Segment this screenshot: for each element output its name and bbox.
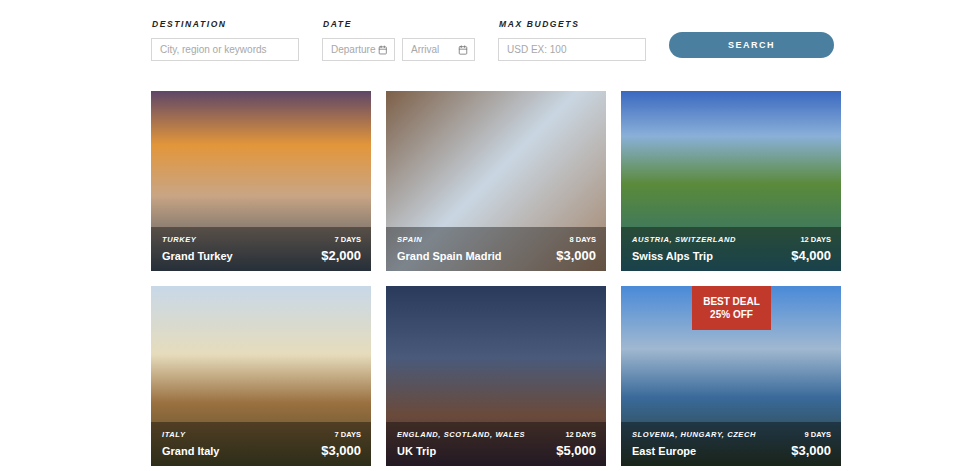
input-row: City, region or keywords [151, 38, 299, 61]
search-field: MAX BUDGETS USD EX: 100 [498, 18, 646, 61]
trip-caption: SLOVENIA, HUNGARY, CZECH 9 DAYS East Europ… [621, 422, 841, 466]
trip-grid: TURKEY 7 DAYS Grand Turkey $2,000 SPAIN 8 DAY… [151, 91, 841, 466]
caption-top-row: TURKEY 7 DAYS [162, 235, 361, 244]
page: DESTINATIONCity, region or keywordsDATED… [0, 0, 980, 471]
trip-title: Swiss Alps Trip [632, 250, 713, 262]
caption-bottom-row: Swiss Alps Trip $4,000 [632, 248, 831, 263]
trip-caption: ITALY 7 DAYS Grand Italy $3,000 [151, 422, 371, 466]
placeholder: Arrival [411, 44, 439, 55]
input-row: USD EX: 100 [498, 38, 646, 61]
input-row: Departure Arrival [322, 38, 475, 61]
placeholder: Departure [331, 44, 375, 55]
caption-top-row: SPAIN 8 DAYS [397, 235, 596, 244]
trip-price: $3,000 [556, 248, 596, 263]
trip-card[interactable]: SPAIN 8 DAYS Grand Spain Madrid $3,000 [386, 91, 606, 271]
placeholder: City, region or keywords [160, 44, 267, 55]
trip-country: SLOVENIA, HUNGARY, CZECH [632, 430, 756, 439]
field-label: DATE [322, 18, 475, 30]
trip-days: 7 DAYS [335, 430, 361, 439]
trip-price: $5,000 [556, 443, 596, 458]
text-input[interactable]: USD EX: 100 [498, 38, 646, 61]
trip-caption: AUSTRIA, SWITZERLAND 12 DAYS Swiss Alps Tr… [621, 227, 841, 271]
text-input[interactable]: City, region or keywords [151, 38, 299, 61]
trip-country: TURKEY [162, 235, 196, 244]
caption-bottom-row: Grand Turkey $2,000 [162, 248, 361, 263]
search-button[interactable]: SEARCH [669, 32, 834, 58]
placeholder: USD EX: 100 [507, 44, 566, 55]
trip-price: $3,000 [791, 443, 831, 458]
search-bar: DESTINATIONCity, region or keywordsDATED… [151, 18, 980, 61]
trip-card[interactable]: ITALY 7 DAYS Grand Italy $3,000 [151, 286, 371, 466]
search-field: DATE Departure Arrival [322, 18, 475, 61]
trip-card[interactable]: BEST DEAL25% OFF SLOVENIA, HUNGARY, CZECH… [621, 286, 841, 466]
trip-card[interactable]: AUSTRIA, SWITZERLAND 12 DAYS Swiss Alps Tr… [621, 91, 841, 271]
calendar-icon [378, 45, 388, 55]
calendar-icon [458, 45, 468, 55]
caption-top-row: ENGLAND, SCOTLAND, WALES 12 DAYS [397, 430, 596, 439]
trip-card[interactable]: ENGLAND, SCOTLAND, WALES 12 DAYS UK Trip $5… [386, 286, 606, 466]
trip-country: ENGLAND, SCOTLAND, WALES [397, 430, 525, 439]
caption-top-row: AUSTRIA, SWITZERLAND 12 DAYS [632, 235, 831, 244]
deal-badge: BEST DEAL25% OFF [692, 286, 771, 330]
trip-country: ITALY [162, 430, 186, 439]
caption-bottom-row: East Europe $3,000 [632, 443, 831, 458]
caption-bottom-row: Grand Spain Madrid $3,000 [397, 248, 596, 263]
trip-title: Grand Italy [162, 445, 219, 457]
trip-price: $3,000 [321, 443, 361, 458]
date-input[interactable]: Arrival [402, 38, 475, 61]
trip-title: UK Trip [397, 445, 436, 457]
trip-caption: TURKEY 7 DAYS Grand Turkey $2,000 [151, 227, 371, 271]
caption-bottom-row: Grand Italy $3,000 [162, 443, 361, 458]
trip-card[interactable]: TURKEY 7 DAYS Grand Turkey $2,000 [151, 91, 371, 271]
caption-bottom-row: UK Trip $5,000 [397, 443, 596, 458]
trip-caption: ENGLAND, SCOTLAND, WALES 12 DAYS UK Trip $5… [386, 422, 606, 466]
caption-top-row: ITALY 7 DAYS [162, 430, 361, 439]
field-label: DESTINATION [151, 18, 299, 30]
trip-days: 7 DAYS [335, 235, 361, 244]
caption-top-row: SLOVENIA, HUNGARY, CZECH 9 DAYS [632, 430, 831, 439]
trip-country: AUSTRIA, SWITZERLAND [632, 235, 736, 244]
trip-title: East Europe [632, 445, 696, 457]
trip-days: 12 DAYS [800, 235, 831, 244]
trip-country: SPAIN [397, 235, 422, 244]
trip-days: 12 DAYS [565, 430, 596, 439]
trip-price: $4,000 [791, 248, 831, 263]
trip-days: 9 DAYS [805, 430, 831, 439]
search-field: DESTINATION City, region or keywords [151, 18, 299, 61]
trip-caption: SPAIN 8 DAYS Grand Spain Madrid $3,000 [386, 227, 606, 271]
trip-price: $2,000 [321, 248, 361, 263]
field-label: MAX BUDGETS [498, 18, 646, 30]
trip-title: Grand Spain Madrid [397, 250, 502, 262]
trip-days: 8 DAYS [570, 235, 596, 244]
date-input[interactable]: Departure [322, 38, 395, 61]
trip-title: Grand Turkey [162, 250, 233, 262]
